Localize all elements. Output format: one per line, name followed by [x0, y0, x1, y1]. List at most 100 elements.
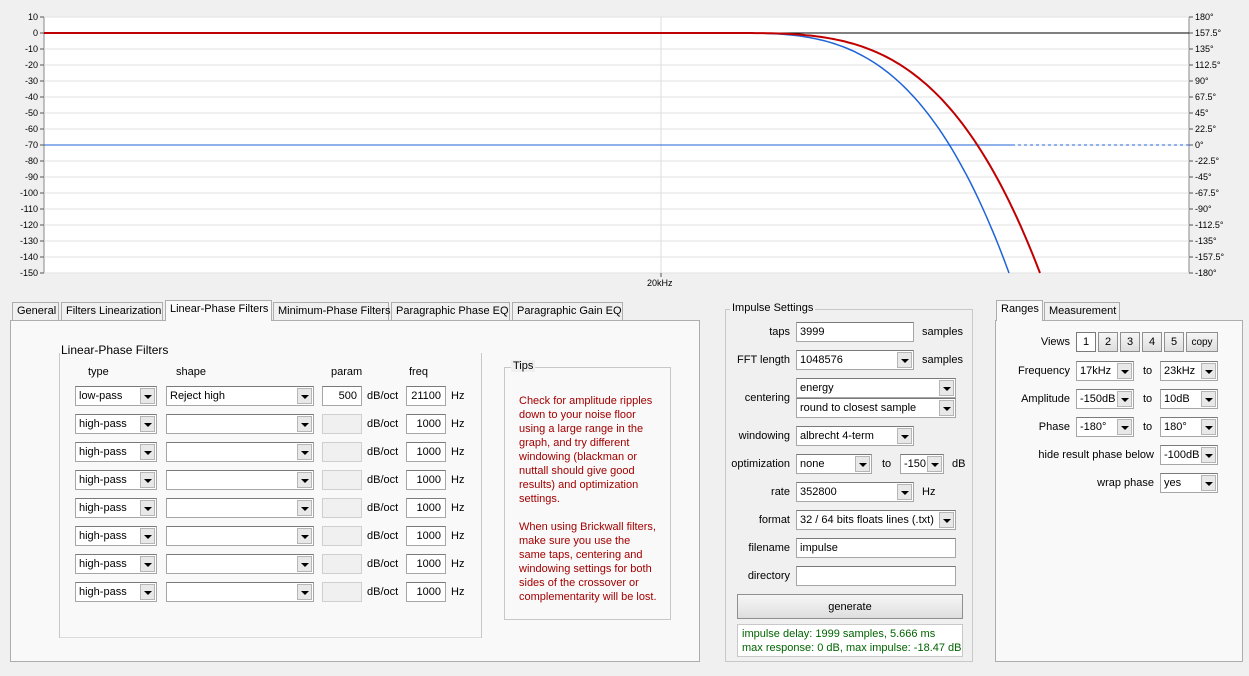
hide-result-phase-select[interactable]: -100dB	[1160, 445, 1218, 465]
copy-view-button[interactable]: copy	[1186, 332, 1218, 352]
chevron-down-icon[interactable]	[140, 388, 155, 404]
filter-type-select[interactable]: high-pass	[75, 470, 157, 490]
frequency-to-select[interactable]: 23kHz	[1160, 361, 1218, 381]
phase-to-select[interactable]: 180°	[1160, 417, 1218, 437]
filter-type-select[interactable]: high-pass	[75, 442, 157, 462]
filter-shape-select[interactable]	[166, 498, 314, 518]
filter-param-input[interactable]	[322, 582, 362, 602]
filter-type-select[interactable]: high-pass	[75, 498, 157, 518]
filter-freq-input[interactable]: 1000	[406, 470, 446, 490]
tab-general[interactable]: General	[12, 302, 59, 320]
graph-canvas[interactable]: 10 180° 0 157.5° -10 135° -20 112.5° -30 90° -40 67…	[0, 0, 1249, 293]
tab-filters-linearization[interactable]: Filters Linearization	[61, 302, 163, 320]
filter-freq-input[interactable]: 21100	[406, 386, 446, 406]
filter-freq-input[interactable]: 1000	[406, 526, 446, 546]
chevron-down-icon[interactable]	[1117, 419, 1132, 435]
filter-shape-select[interactable]	[166, 582, 314, 602]
filename-input[interactable]: impulse	[796, 538, 956, 558]
chevron-down-icon[interactable]	[927, 456, 942, 472]
chevron-down-icon[interactable]	[140, 416, 155, 432]
centering-select[interactable]: energy	[796, 378, 956, 398]
filter-freq-input[interactable]: 1000	[406, 498, 446, 518]
chevron-down-icon[interactable]	[1201, 475, 1216, 491]
centering-rounding-select[interactable]: round to closest sample	[796, 398, 956, 418]
filter-type-select[interactable]: high-pass	[75, 526, 157, 546]
filter-freq-input[interactable]: 1000	[406, 414, 446, 434]
amplitude-to-select[interactable]: 10dB	[1160, 389, 1218, 409]
filter-shape-select[interactable]: Reject high	[166, 386, 314, 406]
filter-param-input[interactable]: 500	[322, 386, 362, 406]
view-1-button[interactable]: 1	[1076, 332, 1096, 352]
tab-paragraphic-gain-eq[interactable]: Paragraphic Gain EQ	[512, 302, 623, 320]
filter-param-input[interactable]	[322, 414, 362, 434]
format-select[interactable]: 32 / 64 bits floats lines (.txt)	[796, 510, 956, 530]
chevron-down-icon[interactable]	[1201, 363, 1216, 379]
filter-param-input[interactable]	[322, 554, 362, 574]
filter-shape-select[interactable]	[166, 470, 314, 490]
chevron-down-icon[interactable]	[140, 472, 155, 488]
chevron-down-icon[interactable]	[1117, 363, 1132, 379]
filter-shape-select[interactable]	[166, 442, 314, 462]
filter-freq-input[interactable]: 1000	[406, 442, 446, 462]
chevron-down-icon[interactable]	[939, 512, 954, 528]
tab-measurement[interactable]: Measurement	[1044, 302, 1120, 320]
directory-input[interactable]	[796, 566, 956, 586]
chevron-down-icon[interactable]	[297, 416, 312, 432]
chevron-down-icon[interactable]	[1201, 419, 1216, 435]
optimization-select[interactable]: none	[796, 454, 872, 474]
taps-input[interactable]: 3999	[796, 322, 914, 342]
view-4-button[interactable]: 4	[1142, 332, 1162, 352]
tab-linear-phase-filters[interactable]: Linear-Phase Filters	[165, 300, 272, 321]
chevron-down-icon[interactable]	[855, 456, 870, 472]
optimization-db-select[interactable]: -150	[900, 454, 944, 474]
chevron-down-icon[interactable]	[140, 528, 155, 544]
chevron-down-icon[interactable]	[140, 584, 155, 600]
chevron-down-icon[interactable]	[297, 528, 312, 544]
chevron-down-icon[interactable]	[297, 584, 312, 600]
generate-button[interactable]: generate	[737, 594, 963, 619]
chevron-down-icon[interactable]	[297, 500, 312, 516]
chevron-down-icon[interactable]	[1201, 447, 1216, 463]
chevron-down-icon[interactable]	[897, 484, 912, 500]
chevron-down-icon[interactable]	[939, 380, 954, 396]
filter-shape-select[interactable]	[166, 526, 314, 546]
chevron-down-icon[interactable]	[939, 400, 954, 416]
rate-select[interactable]: 352800	[796, 482, 914, 502]
chevron-down-icon[interactable]	[140, 556, 155, 572]
chevron-down-icon[interactable]	[297, 556, 312, 572]
chevron-down-icon[interactable]	[297, 388, 312, 404]
chevron-down-icon[interactable]	[897, 428, 912, 444]
filter-param-input[interactable]	[322, 442, 362, 462]
filter-type-select[interactable]: high-pass	[75, 414, 157, 434]
tab-paragraphic-phase-eq[interactable]: Paragraphic Phase EQ	[391, 302, 510, 320]
chevron-down-icon[interactable]	[140, 500, 155, 516]
filter-type-select[interactable]: high-pass	[75, 582, 157, 602]
filter-shape-select[interactable]	[166, 414, 314, 434]
chevron-down-icon[interactable]	[1117, 391, 1132, 407]
view-2-button[interactable]: 2	[1098, 332, 1118, 352]
phase-from-select[interactable]: -180°	[1076, 417, 1134, 437]
filter-param-input[interactable]	[322, 498, 362, 518]
fft-length-select[interactable]: 1048576	[796, 350, 914, 370]
tab-ranges[interactable]: Ranges	[996, 300, 1043, 321]
chevron-down-icon[interactable]	[297, 472, 312, 488]
frequency-response-graph[interactable]: 10 180° 0 157.5° -10 135° -20 112.5° -30 90° -40 67…	[0, 0, 1249, 293]
view-3-button[interactable]: 3	[1120, 332, 1140, 352]
filter-type-select[interactable]: high-pass	[75, 554, 157, 574]
amplitude-from-select[interactable]: -150dB	[1076, 389, 1134, 409]
filter-param-input[interactable]	[322, 470, 362, 490]
chevron-down-icon[interactable]	[140, 444, 155, 460]
filter-type-select[interactable]: low-pass	[75, 386, 157, 406]
filter-freq-input[interactable]: 1000	[406, 582, 446, 602]
view-5-button[interactable]: 5	[1164, 332, 1184, 352]
chevron-down-icon[interactable]	[297, 444, 312, 460]
windowing-select[interactable]: albrecht 4-term	[796, 426, 914, 446]
chevron-down-icon[interactable]	[897, 352, 912, 368]
filter-shape-select[interactable]	[166, 554, 314, 574]
filter-freq-input[interactable]: 1000	[406, 554, 446, 574]
tab-minimum-phase-filters[interactable]: Minimum-Phase Filters	[273, 302, 390, 320]
filter-param-input[interactable]	[322, 526, 362, 546]
chevron-down-icon[interactable]	[1201, 391, 1216, 407]
frequency-from-select[interactable]: 17kHz	[1076, 361, 1134, 381]
wrap-phase-select[interactable]: yes	[1160, 473, 1218, 493]
